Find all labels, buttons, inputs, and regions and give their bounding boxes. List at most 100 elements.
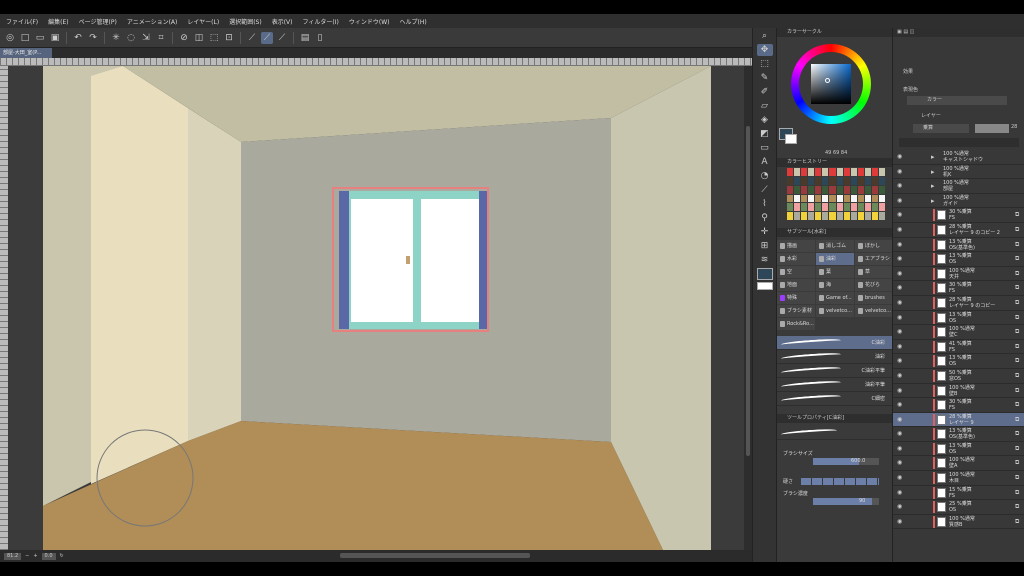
history-swatch[interactable] [787, 168, 794, 176]
history-swatch[interactable] [843, 212, 850, 220]
history-swatch[interactable] [801, 203, 808, 212]
history-swatch[interactable] [822, 203, 829, 212]
reference-icon[interactable]: ⧉ [1015, 387, 1021, 394]
brush-item[interactable]: C油彩 [777, 336, 893, 350]
history-swatch[interactable] [878, 185, 885, 194]
history-swatch[interactable] [808, 176, 815, 185]
menu-view[interactable]: 表示(V) [272, 17, 293, 26]
history-swatch[interactable] [857, 176, 864, 185]
history-swatch[interactable] [836, 194, 843, 203]
history-swatch[interactable] [871, 212, 878, 220]
visibility-eye-icon[interactable]: ◉ [897, 241, 903, 247]
visibility-eye-icon[interactable]: ◉ [897, 285, 903, 291]
document-icon[interactable]: ▤ [299, 32, 311, 44]
layer-row[interactable]: ◉ 100 %通常 質感B ⧉ [893, 515, 1024, 530]
history-swatch[interactable] [864, 194, 871, 203]
history-swatch[interactable] [836, 203, 843, 212]
layer-row[interactable]: ◉ 28 %乗算 レイヤー 9 ⧉ [893, 412, 1024, 428]
color-wheel[interactable] [791, 44, 871, 124]
history-swatch[interactable] [836, 212, 843, 220]
history-swatch[interactable] [871, 168, 878, 176]
selection-tool-icon[interactable]: ⬚ [757, 58, 773, 70]
history-swatch[interactable] [787, 185, 794, 194]
layer-row[interactable]: ◉ 13 %乗算 OS(基準色) ⧉ [893, 238, 1024, 253]
invert-selection-icon[interactable]: ◫ [193, 32, 205, 44]
subtool-tab[interactable]: 特殊 [777, 292, 815, 304]
fill-icon[interactable]: ◌ [125, 32, 137, 44]
history-swatch[interactable] [857, 194, 864, 203]
visibility-eye-icon[interactable]: ◉ [897, 299, 903, 305]
layer-row[interactable]: ◉ 100 %通常 天井 ⧉ [893, 267, 1024, 282]
ruler-snap-icon[interactable]: ⟋ [246, 32, 258, 44]
history-swatch[interactable] [822, 185, 829, 194]
redo-icon[interactable]: ↷ [87, 32, 99, 44]
history-swatch[interactable] [829, 168, 836, 176]
history-swatch[interactable] [801, 194, 808, 203]
history-swatch[interactable] [864, 212, 871, 220]
history-swatch[interactable] [808, 168, 815, 176]
deselect-icon[interactable]: ⊘ [178, 32, 190, 44]
subtool-tab[interactable]: 地面 [777, 279, 815, 291]
subtool-tab[interactable]: brushes [855, 292, 893, 304]
history-swatch[interactable] [871, 185, 878, 194]
menu-layer[interactable]: レイヤー(L) [187, 17, 219, 26]
history-swatch[interactable] [794, 168, 801, 176]
subtool-tab[interactable]: 海 [816, 279, 854, 291]
history-swatch[interactable] [829, 212, 836, 220]
menu-window[interactable]: ウィンドウ(W) [349, 17, 390, 26]
subtool-tab[interactable]: velvetco... [855, 305, 893, 317]
angle-value[interactable]: 0.0 [41, 552, 56, 560]
layer-tab[interactable]: レイヤー [921, 112, 941, 119]
visibility-eye-icon[interactable]: ◉ [897, 504, 903, 510]
history-swatch[interactable] [871, 176, 878, 185]
brush-item[interactable]: C細密 [777, 392, 893, 406]
opacity-value[interactable]: 28 [1011, 124, 1017, 130]
reference-icon[interactable]: ⧉ [1015, 489, 1021, 496]
blend-icon[interactable]: ≋ [757, 254, 773, 266]
special-ruler-snap-icon[interactable]: ⟋ [261, 31, 273, 44]
history-swatch[interactable] [815, 194, 822, 203]
visibility-eye-icon[interactable]: ◉ [897, 358, 903, 364]
density-slider[interactable] [813, 498, 879, 505]
visibility-eye-icon[interactable]: ◉ [897, 402, 903, 408]
visibility-eye-icon[interactable]: ◉ [897, 168, 903, 174]
history-swatch[interactable] [801, 168, 808, 176]
history-swatch[interactable] [878, 212, 885, 220]
history-swatch[interactable] [794, 176, 801, 185]
reference-icon[interactable]: ⧉ [1015, 503, 1021, 510]
history-swatch[interactable] [843, 168, 850, 176]
brush-tool-icon[interactable]: ✐ [757, 86, 773, 98]
brush-item[interactable]: C油彩平筆 [777, 364, 893, 378]
clear-icon[interactable]: ✳ [110, 32, 122, 44]
menu-selection[interactable]: 選択範囲(S) [229, 17, 262, 26]
figure-tool-icon[interactable]: ▭ [757, 142, 773, 154]
history-swatch[interactable] [822, 168, 829, 176]
text-tool-icon[interactable]: A [757, 156, 773, 168]
layer-folder[interactable]: ◉ ▸ 100 %通常 ガイド [893, 194, 1024, 209]
visibility-eye-icon[interactable]: ◉ [897, 445, 903, 451]
zoom-out-icon[interactable]: − [25, 553, 29, 559]
eraser-tool-icon[interactable]: ▱ [757, 100, 773, 112]
layer-row[interactable]: ◉ 100 %通常 木目 ⧉ [893, 471, 1024, 486]
history-swatch[interactable] [864, 176, 871, 185]
reference-icon[interactable]: ⧉ [1015, 241, 1021, 248]
reference-icon[interactable]: ⧉ [1015, 270, 1021, 277]
layer-move-icon[interactable]: ⊞ [757, 240, 773, 252]
reference-icon[interactable]: ⧉ [1015, 314, 1021, 321]
history-swatch[interactable] [878, 194, 885, 203]
visibility-eye-icon[interactable]: ◉ [897, 372, 903, 378]
history-swatch[interactable] [857, 203, 864, 212]
layer-row[interactable]: ◉ 30 %乗算 FS ⧉ [893, 281, 1024, 296]
reference-icon[interactable]: ⧉ [1015, 518, 1021, 525]
subtool-tab[interactable]: 葉 [816, 266, 854, 278]
history-swatch[interactable] [843, 176, 850, 185]
subtool-tab[interactable]: ぼかし [855, 240, 893, 252]
visibility-eye-icon[interactable]: ◉ [897, 475, 903, 481]
history-swatch[interactable] [794, 212, 801, 220]
reference-icon[interactable]: ⧉ [1015, 401, 1021, 408]
fill-tool-icon[interactable]: ◈ [757, 114, 773, 126]
history-swatch[interactable] [787, 212, 794, 220]
subtool-tab[interactable]: 描画 [777, 240, 815, 252]
layer-row[interactable]: ◉ 100 %通常 壁B ⧉ [893, 384, 1024, 399]
history-swatch[interactable] [836, 176, 843, 185]
